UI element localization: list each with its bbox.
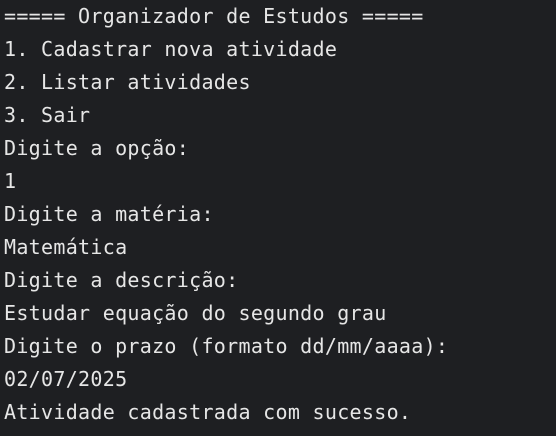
terminal-output[interactable]: ===== Organizador de Estudos ===== 1. Ca… <box>0 0 556 436</box>
prompt-materia: Digite a matéria: <box>4 202 214 226</box>
menu-option-cadastrar: 1. Cadastrar nova atividade <box>4 37 338 61</box>
menu-option-listar: 2. Listar atividades <box>4 70 251 94</box>
success-message: Atividade cadastrada com sucesso. <box>4 400 412 424</box>
menu-option-sair: 3. Sair <box>4 103 91 127</box>
input-materia: Matemática <box>4 235 128 259</box>
menu-header: ===== Organizador de Estudos ===== <box>4 4 424 28</box>
input-prazo: 02/07/2025 <box>4 367 128 391</box>
prompt-descricao: Digite a descrição: <box>4 268 239 292</box>
input-opcao: 1 <box>4 169 17 193</box>
prompt-prazo: Digite o prazo (formato dd/mm/aaaa): <box>4 334 449 358</box>
input-descricao: Estudar equação do segundo grau <box>4 301 387 325</box>
prompt-opcao: Digite a opção: <box>4 136 190 160</box>
